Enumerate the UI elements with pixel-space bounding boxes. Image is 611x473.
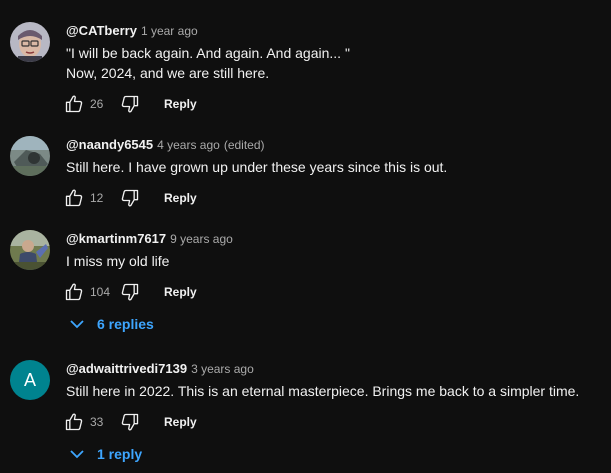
- thumbs-up-icon: [65, 413, 83, 431]
- thumbs-up-icon: [65, 189, 83, 207]
- reply-button[interactable]: Reply: [164, 191, 197, 205]
- thumbs-down-icon: [121, 283, 139, 301]
- photo-avatar-icon: [10, 230, 50, 270]
- comment-text-line: "I will be back again. And again. And ag…: [66, 45, 350, 61]
- reply-button[interactable]: Reply: [164, 415, 197, 429]
- like-count: 26: [90, 97, 104, 111]
- comment-time[interactable]: 3 years ago: [191, 362, 254, 376]
- comment-time[interactable]: 9 years ago: [170, 232, 233, 246]
- comment-header: @CATberry 1 year ago: [66, 22, 198, 40]
- like-count: 12: [90, 191, 104, 205]
- like-button[interactable]: [64, 94, 84, 114]
- dislike-button[interactable]: [120, 412, 140, 432]
- comment-text-line: Still here in 2022. This is an eternal m…: [66, 383, 580, 399]
- comment-time[interactable]: 4 years ago: [157, 138, 220, 152]
- dislike-button[interactable]: [120, 94, 140, 114]
- chevron-down-icon: [70, 319, 84, 329]
- view-replies-button[interactable]: 6 replies: [70, 313, 154, 335]
- like-count: 104: [90, 285, 111, 299]
- comment-actions: 33 Reply: [64, 410, 197, 434]
- comment-author[interactable]: @kmartinm7617: [66, 231, 166, 246]
- like-button[interactable]: [64, 282, 84, 302]
- comment-header: @adwaittrivedi7139 3 years ago: [66, 360, 254, 378]
- like-button[interactable]: [64, 188, 84, 208]
- avatar[interactable]: A: [10, 360, 50, 400]
- thumbs-up-icon: [65, 283, 83, 301]
- dislike-button[interactable]: [120, 188, 140, 208]
- comment-actions: 104 Reply: [64, 280, 197, 304]
- comment-edited: (edited): [223, 138, 265, 152]
- comment-actions: 12 Reply: [64, 186, 197, 210]
- view-replies-button[interactable]: 1 reply: [70, 443, 142, 465]
- comment-text: Still here. I have grown up under these …: [66, 157, 447, 177]
- comment-actions: 26 Reply: [64, 92, 197, 116]
- photo-avatar-icon: [10, 136, 50, 176]
- thumbs-up-icon: [65, 95, 83, 113]
- like-count: 33: [90, 415, 104, 429]
- comments-section: @CATberry 1 year ago "I will be back agai…: [0, 0, 611, 473]
- reply-button[interactable]: Reply: [164, 97, 197, 111]
- replies-count: 1 reply: [97, 446, 143, 462]
- comment-header: @kmartinm7617 9 years ago: [66, 230, 233, 248]
- comment-text: Still here in 2022. This is an eternal m…: [66, 381, 579, 401]
- thumbs-down-icon: [121, 95, 139, 113]
- like-button[interactable]: [64, 412, 84, 432]
- comment-text-line: I miss my old life: [66, 253, 170, 269]
- comment-text: I miss my old life: [66, 251, 169, 271]
- dislike-button[interactable]: [120, 282, 140, 302]
- thumbs-down-icon: [121, 413, 139, 431]
- comment-time[interactable]: 1 year ago: [141, 24, 198, 38]
- reply-button[interactable]: Reply: [164, 285, 197, 299]
- cartoon-face-avatar-icon: [10, 22, 50, 62]
- comment-text-line: Still here. I have grown up under these …: [66, 159, 448, 175]
- comment-author[interactable]: @adwaittrivedi7139: [66, 361, 187, 376]
- avatar[interactable]: [10, 230, 50, 270]
- replies-count: 6 replies: [97, 316, 154, 332]
- avatar[interactable]: [10, 22, 50, 62]
- comment-author[interactable]: @naandy6545: [66, 137, 153, 152]
- comment-text: "I will be back again. And again. And ag…: [66, 43, 350, 83]
- comment-author[interactable]: @CATberry: [66, 23, 137, 38]
- avatar[interactable]: [10, 136, 50, 176]
- avatar-letter: A: [23, 369, 36, 390]
- comment-text-line: Now, 2024, and we are still here.: [66, 65, 270, 81]
- thumbs-down-icon: [121, 189, 139, 207]
- comment-header: @naandy6545 4 years ago (edited): [66, 136, 265, 154]
- chevron-down-icon: [70, 449, 84, 459]
